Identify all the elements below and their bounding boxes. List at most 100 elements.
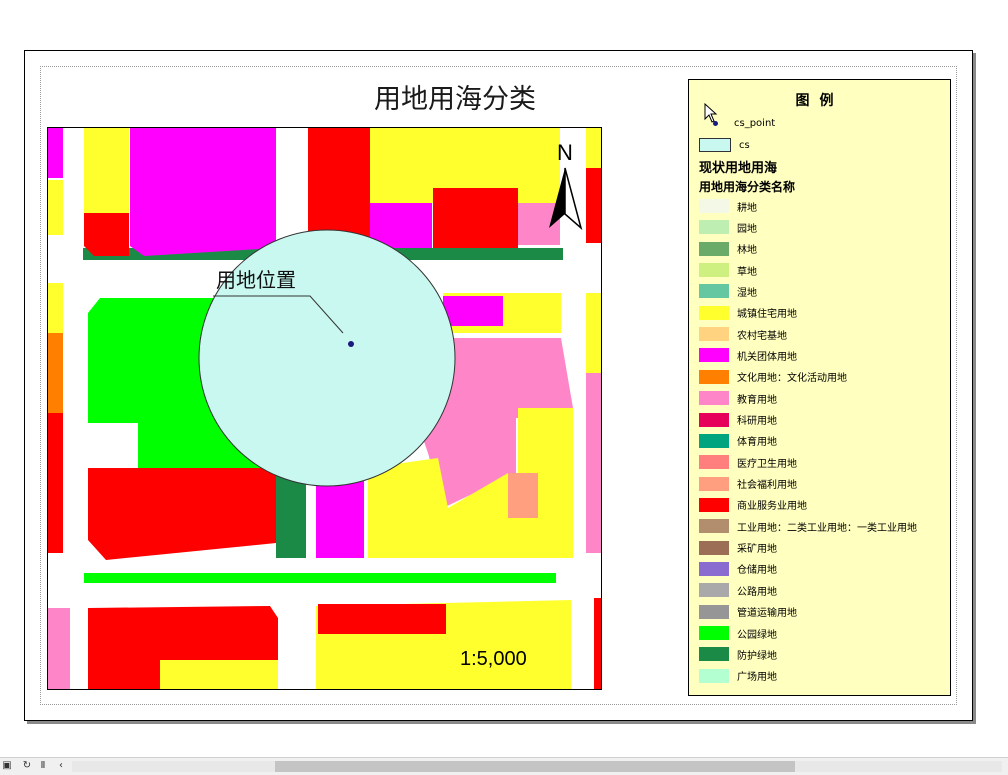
parcel-education (48, 608, 70, 689)
legend-swatch (699, 391, 729, 406)
legend-swatch (699, 455, 729, 470)
legend-item: 林地 (699, 241, 757, 257)
parcel-residential (586, 293, 601, 373)
parcel-commercial (594, 598, 601, 689)
layout-page: 用地用海分类 用地位置 N 1:5,000 图例 cs_point cs 现状用… (24, 50, 973, 721)
scale-text: 1:5,000 (460, 648, 527, 670)
legend-item-label: 湿地 (737, 287, 757, 299)
legend-item: 公路用地 (699, 582, 777, 598)
parcel-institution (48, 128, 63, 178)
parcel-residential (48, 283, 63, 333)
legend-item: 科研用地 (699, 412, 777, 428)
legend-item-label: 广场用地 (737, 672, 777, 684)
scroll-left-icon[interactable]: ‹ (54, 759, 68, 773)
legend-item: 体育用地 (699, 433, 777, 449)
parcel-residential (160, 660, 278, 689)
legend-item: 文化用地：文化活动用地 (699, 369, 847, 385)
legend-item-label: 机关团体用地 (737, 351, 797, 363)
legend-panel: 图例 cs_point cs 现状用地用海 用地用海分类名称 耕地 园地 林地 草地湿… (688, 79, 951, 696)
legend-swatch (699, 369, 729, 384)
legend-swatch (699, 476, 729, 491)
legend-item-label: 公路用地 (737, 586, 777, 598)
legend-item-label: 园地 (737, 223, 757, 235)
map-frame[interactable]: 用地位置 N 1:5,000 (47, 127, 602, 690)
legend-item: 城镇住宅用地 (699, 305, 797, 321)
legend-swatch (699, 327, 729, 342)
legend-item: 医疗卫生用地 (699, 454, 797, 470)
legend-title: 图例 (795, 93, 844, 109)
legend-swatch (699, 412, 729, 427)
legend-swatch (699, 583, 729, 598)
legend-polygon-label: cs (739, 139, 750, 151)
park-strip (84, 573, 556, 583)
parcel-residential (84, 128, 129, 213)
map-title: 用地用海分类 (374, 84, 536, 115)
legend-swatch (699, 348, 729, 363)
refresh-icon[interactable]: ↻ (20, 759, 34, 773)
legend-item: 农村宅基地 (699, 326, 787, 342)
legend-item-label: 医疗卫生用地 (737, 458, 797, 470)
legend-swatch (699, 220, 729, 235)
legend-polygon-layer: cs (699, 137, 750, 153)
status-bar: ▣ ↻ Ⅱ ‹ (0, 757, 1008, 775)
legend-item: 园地 (699, 219, 757, 235)
legend-swatch (699, 647, 729, 662)
legend-item-label: 商业服务业用地 (737, 501, 807, 513)
legend-swatch (699, 305, 729, 320)
parcel-institution (130, 128, 276, 256)
legend-swatch (699, 497, 729, 512)
parcel-welfare (508, 473, 538, 518)
legend-swatch (699, 626, 729, 640)
legend-item: 防护绿地 (699, 646, 777, 662)
legend-item: 采矿用地 (699, 540, 777, 556)
parcel-commercial (88, 658, 160, 689)
legend-item: 机关团体用地 (699, 347, 797, 363)
site-point[interactable] (348, 341, 354, 347)
legend-item-label: 耕地 (737, 202, 757, 214)
horizontal-scrollbar[interactable] (72, 761, 1002, 772)
north-arrow-icon (549, 167, 583, 231)
legend-item: 湿地 (699, 283, 757, 299)
north-arrow: N (545, 140, 589, 232)
parcel-culture (48, 333, 63, 413)
legend-item-label: 科研用地 (737, 416, 777, 427)
legend-item: 广场用地 (699, 668, 777, 684)
legend-swatch (699, 199, 729, 213)
legend-item: 工业用地：二类工业用地：一类工业用地 (699, 518, 917, 534)
legend-item: 管道运输用地 (699, 604, 797, 620)
site-label: 用地位置 (216, 268, 296, 292)
legend-item-label: 社会福利用地 (737, 480, 797, 492)
legend-item-label: 采矿用地 (737, 544, 777, 556)
legend-swatch (699, 433, 729, 448)
legend-swatch (699, 263, 729, 278)
parcel-commercial (318, 604, 446, 634)
legend-item: 教育用地 (699, 390, 777, 406)
legend-swatch (699, 284, 729, 299)
legend-item: 社会福利用地 (699, 476, 797, 492)
legend-item-label: 草地 (737, 266, 757, 278)
mouse-cursor-icon (704, 103, 718, 123)
legend-swatch (699, 561, 729, 576)
parcel-institution (443, 296, 503, 326)
parcel-commercial (48, 413, 63, 553)
legend-item-label: 公园绿地 (737, 629, 777, 641)
legend-layer-heading: 现状用地用海 (699, 161, 778, 176)
layout-view-icon[interactable]: ▣ (0, 759, 14, 773)
legend-point-label: cs_point (734, 117, 776, 129)
legend-swatch (699, 604, 729, 619)
legend-item-label: 城镇住宅用地 (737, 309, 797, 321)
legend-item-label: 体育用地 (737, 437, 777, 449)
parcel-education (586, 373, 601, 553)
legend-item-label: 农村宅基地 (737, 330, 787, 342)
pause-icon[interactable]: Ⅱ (36, 759, 50, 773)
legend-swatch (699, 540, 729, 555)
legend-swatch (699, 519, 729, 534)
legend-item: 公园绿地 (699, 625, 777, 641)
legend-item: 耕地 (699, 198, 757, 214)
legend-item-label: 教育用地 (737, 394, 777, 406)
land-use-map (48, 128, 601, 689)
scrollbar-thumb[interactable] (275, 761, 795, 772)
legend-item-label: 管道运输用地 (737, 608, 797, 620)
legend-swatch (699, 668, 729, 683)
legend-item-label: 林地 (737, 245, 757, 257)
